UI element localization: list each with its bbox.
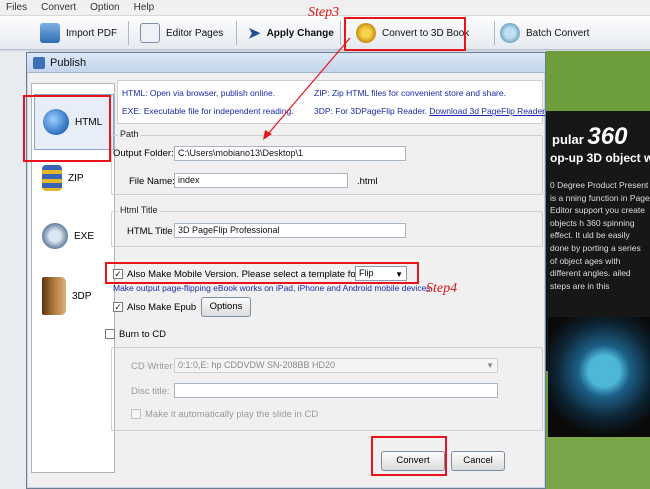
annotation-arrow (263, 37, 351, 140)
